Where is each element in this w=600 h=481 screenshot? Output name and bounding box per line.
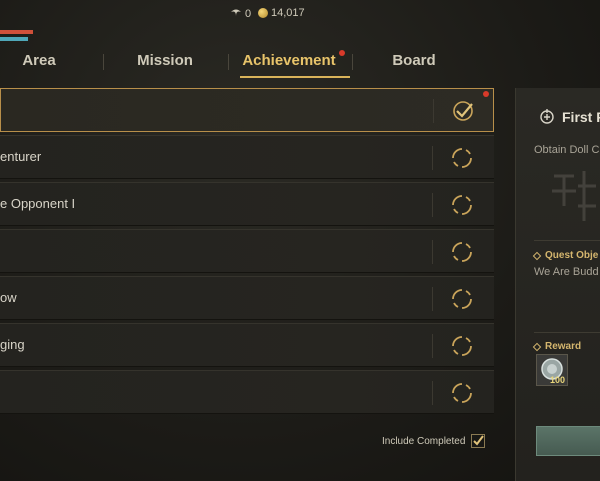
reward-diamond-icon — [532, 342, 542, 352]
in-progress-icon — [449, 192, 475, 218]
achievement-label: enturer — [0, 149, 42, 164]
wing-currency-value: 0 — [245, 7, 252, 20]
row-divider — [432, 381, 433, 405]
detail-description: Obtain Doll C — [534, 144, 600, 156]
objective-text: We Are Budd — [534, 266, 599, 278]
gold-currency-value: 14,017 — [271, 7, 305, 19]
achievement-row[interactable] — [0, 229, 494, 273]
achievement-label: ow — [0, 290, 17, 305]
row-divider — [432, 287, 433, 311]
quest-scroll-icon — [538, 107, 556, 125]
in-progress-icon — [449, 145, 475, 171]
in-progress-icon — [449, 286, 475, 312]
achievement-row[interactable]: e Opponent I — [0, 182, 494, 226]
section-divider — [534, 240, 600, 241]
objective-heading: Quest Obje — [545, 250, 599, 261]
row-divider — [432, 146, 433, 170]
detail-action-button[interactable] — [536, 426, 600, 456]
achievement-label: e Opponent I — [0, 196, 76, 211]
tab-active-underline — [240, 76, 350, 78]
row-divider — [432, 193, 433, 217]
include-completed-toggle[interactable]: Include Completed — [382, 434, 486, 448]
reward-heading: Reward — [545, 341, 582, 352]
gold-currency: 14,017 — [258, 7, 305, 19]
wing-currency: 0 — [230, 7, 251, 20]
section-divider — [534, 332, 600, 333]
in-progress-icon — [449, 380, 475, 406]
achievement-row[interactable] — [0, 370, 494, 414]
tab-achievement[interactable]: Achievement — [232, 52, 346, 69]
tab-achievement-notification-dot — [339, 50, 345, 56]
tab-separator — [228, 54, 229, 70]
row-divider — [432, 334, 433, 358]
reward-count: 100 — [549, 375, 565, 385]
achievement-row[interactable] — [0, 88, 494, 132]
calligraphy-watermark — [544, 166, 600, 226]
wing-icon — [230, 7, 242, 20]
gold-coin-icon — [258, 8, 268, 18]
achievement-label: ging — [0, 337, 25, 352]
tab-bar: Area Mission Achievement Board — [0, 44, 500, 78]
tab-area[interactable]: Area — [0, 52, 78, 69]
row-divider — [432, 240, 433, 264]
logo-stripe-teal — [0, 37, 28, 41]
include-completed-checkbox[interactable] — [471, 434, 486, 448]
achievement-row[interactable]: ging — [0, 323, 494, 367]
row-divider — [433, 99, 434, 123]
in-progress-icon — [449, 239, 475, 265]
objective-diamond-icon — [532, 251, 542, 261]
completed-check-icon — [450, 98, 476, 124]
top-bar: 0 14,017 — [0, 0, 600, 41]
logo-stripe-red — [0, 30, 33, 34]
reward-item-slot[interactable]: 100 — [536, 354, 568, 386]
detail-title: First F — [562, 109, 600, 125]
include-completed-label: Include Completed — [382, 435, 466, 447]
achievement-detail-panel: First F Obtain Doll C Quest Obje We Are … — [515, 88, 600, 481]
row-notification-dot — [483, 91, 489, 97]
tab-separator — [352, 54, 353, 70]
tab-mission[interactable]: Mission — [115, 52, 215, 69]
achievement-row[interactable]: ow — [0, 276, 494, 320]
tab-board[interactable]: Board — [362, 52, 466, 69]
achievement-row[interactable]: enturer — [0, 135, 494, 179]
tab-separator — [103, 54, 104, 70]
in-progress-icon — [449, 333, 475, 359]
